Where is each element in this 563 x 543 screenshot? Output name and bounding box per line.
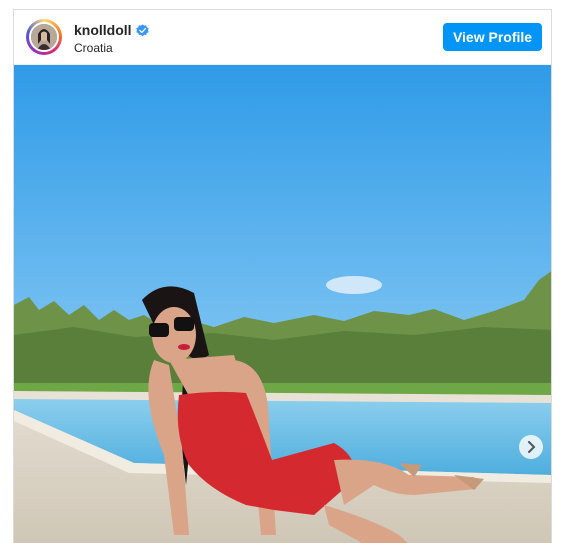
verified-badge-icon <box>135 23 149 36</box>
username[interactable]: knolldoll <box>74 22 132 38</box>
view-profile-button[interactable]: View Profile <box>443 23 542 51</box>
location[interactable]: Croatia <box>74 41 113 55</box>
post-photo[interactable] <box>14 65 551 543</box>
instagram-embed: knolldoll Croatia View Profile <box>13 9 552 543</box>
post-header: knolldoll Croatia View Profile <box>14 10 551 65</box>
chevron-right-icon <box>528 441 536 453</box>
username-row: knolldoll <box>74 22 149 38</box>
avatar <box>29 22 59 52</box>
photo-scene <box>14 65 551 543</box>
next-photo-button[interactable] <box>519 435 543 459</box>
avatar-story-ring[interactable] <box>26 19 62 55</box>
